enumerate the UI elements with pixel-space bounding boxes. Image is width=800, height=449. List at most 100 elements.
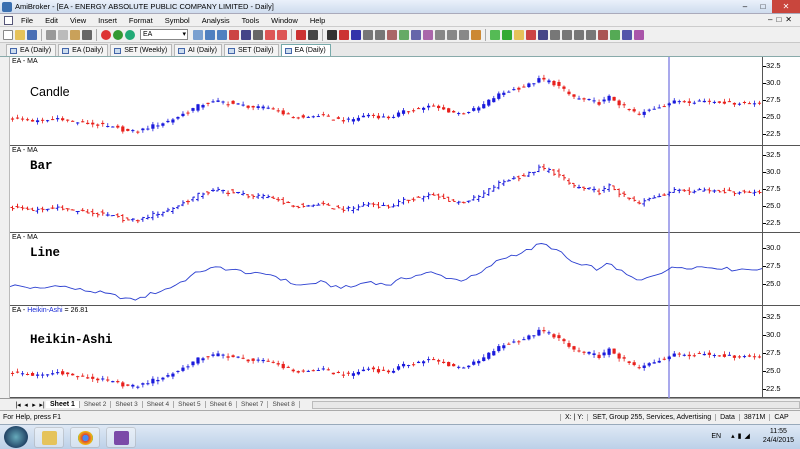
clock[interactable]: 11:55 24/4/2015 (763, 427, 794, 445)
grid-icon[interactable] (550, 29, 560, 40)
cycle-icon[interactable] (423, 29, 433, 40)
menu-window[interactable]: Window (265, 16, 304, 25)
price-axis[interactable]: 32.5 30.0 27.5 25.0 22.5 (762, 146, 800, 232)
sheet-tab-5[interactable]: Sheet 5 (174, 401, 206, 408)
db-icon[interactable] (622, 29, 632, 40)
sheet-tab-4[interactable]: Sheet 4 (143, 401, 175, 408)
menu-insert[interactable]: Insert (92, 16, 123, 25)
indicator-icon[interactable] (265, 29, 275, 40)
chart-icon[interactable] (193, 29, 203, 40)
cut-icon[interactable] (46, 29, 56, 40)
sheet-tab-7[interactable]: Sheet 7 (237, 401, 269, 408)
layout-icon[interactable] (538, 29, 548, 40)
menu-symbol[interactable]: Symbol (159, 16, 196, 25)
refresh-icon[interactable] (125, 29, 135, 40)
bar-chart[interactable] (10, 146, 800, 233)
minimize-button[interactable]: – (736, 0, 754, 13)
text-icon[interactable] (471, 29, 481, 40)
sheet-tab-8[interactable]: Sheet 8 (268, 401, 300, 408)
symbol-combo[interactable]: EA (140, 29, 188, 40)
tab-ea-daily-active[interactable]: EA (Daily) (280, 44, 331, 56)
tab-ea-daily-2[interactable]: EA (Daily) (58, 44, 109, 56)
maximize-button[interactable]: □ (754, 0, 772, 13)
taskbar-explorer[interactable] (34, 426, 64, 448)
bar-pane[interactable]: EA - MA Bar 32.5 30.0 27.5 25.0 22.5 (10, 146, 800, 233)
web-icon[interactable] (634, 29, 644, 40)
open-icon[interactable] (15, 29, 25, 40)
scan-icon[interactable] (526, 29, 536, 40)
price-axis[interactable]: 30.0 27.5 25.0 (762, 233, 800, 305)
paste-icon[interactable] (70, 29, 80, 40)
copy-icon[interactable] (58, 29, 68, 40)
hline-icon[interactable] (363, 29, 373, 40)
close-button[interactable]: ✕ (772, 0, 800, 13)
heikin-ashi-pane[interactable]: EA - Heikin-Ashi = 26.81 Heikin-Ashi 32.… (10, 306, 800, 398)
menu-analysis[interactable]: Analysis (196, 16, 236, 25)
bars-icon[interactable] (502, 29, 512, 40)
zoom-out-icon[interactable] (217, 29, 227, 40)
candle-pane[interactable]: EA - MA Candle 32.5 30.0 27.5 25.0 22.5 (10, 57, 800, 146)
bar-icon[interactable] (241, 29, 251, 40)
mdi-controls[interactable]: –□✕ (768, 15, 796, 24)
taskbar-chrome[interactable] (70, 426, 100, 448)
zoom-in-icon[interactable] (205, 29, 215, 40)
sheet-tab-2[interactable]: Sheet 2 (80, 401, 112, 408)
play-icon[interactable] (490, 29, 500, 40)
menu-file[interactable]: File (15, 16, 39, 25)
trendline-icon[interactable] (339, 29, 349, 40)
arc-icon[interactable] (435, 29, 445, 40)
cascade-icon[interactable] (586, 29, 596, 40)
price-axis[interactable]: 32.5 30.0 27.5 25.0 22.5 (762, 57, 800, 145)
folder-icon[interactable] (514, 29, 524, 40)
rect-icon[interactable] (447, 29, 457, 40)
cursor-icon[interactable] (327, 29, 337, 40)
last-sheet-icon[interactable]: ▸| (38, 401, 46, 409)
line-icon[interactable] (253, 29, 263, 40)
formula-icon[interactable] (277, 29, 287, 40)
color-icon[interactable] (308, 29, 318, 40)
print-icon[interactable] (82, 29, 92, 40)
tab-ai-daily[interactable]: AI (Daily) (174, 44, 222, 56)
first-sheet-icon[interactable]: |◂ (14, 401, 22, 409)
heikin-ashi-chart[interactable] (10, 306, 800, 398)
menu-edit[interactable]: Edit (39, 16, 64, 25)
line-chart[interactable] (10, 233, 800, 306)
horizontal-scrollbar[interactable] (311, 400, 800, 409)
chart-area[interactable]: EA - MA Candle 32.5 30.0 27.5 25.0 22.5 … (0, 57, 800, 398)
tray-icons[interactable]: ▴▮◢ (731, 432, 753, 440)
start-button[interactable] (4, 426, 28, 448)
menu-help[interactable]: Help (304, 16, 331, 25)
vline-icon[interactable] (375, 29, 385, 40)
save-icon[interactable] (27, 29, 37, 40)
candle-chart[interactable] (10, 57, 800, 146)
sheet-tab-3[interactable]: Sheet 3 (111, 401, 143, 408)
next-sheet-icon[interactable]: ▸ (30, 401, 38, 409)
ray-icon[interactable] (351, 29, 361, 40)
gann-icon[interactable] (411, 29, 421, 40)
sheet-tab-6[interactable]: Sheet 6 (206, 401, 238, 408)
pencil-icon[interactable] (296, 29, 306, 40)
fibonacci-icon[interactable] (399, 29, 409, 40)
tab-set-daily[interactable]: SET (Daily) (223, 44, 279, 56)
prev-sheet-icon[interactable]: ◂ (22, 401, 30, 409)
taskbar-amibroker[interactable] (106, 426, 136, 448)
menu-tools[interactable]: Tools (236, 16, 266, 25)
ellipse-icon[interactable] (459, 29, 469, 40)
tile-icon[interactable] (574, 29, 584, 40)
price-axis[interactable]: 32.5 30.0 27.5 25.0 22.5 (762, 306, 800, 397)
candle-icon[interactable] (229, 29, 239, 40)
line-pane[interactable]: EA - MA Line 30.0 27.5 25.0 (10, 233, 800, 306)
forward-icon[interactable] (113, 29, 123, 40)
sheet-tab-1[interactable]: Sheet 1 (46, 401, 80, 408)
alert-icon[interactable] (598, 29, 608, 40)
back-icon[interactable] (101, 29, 111, 40)
channel-icon[interactable] (387, 29, 397, 40)
document-icon[interactable] (4, 15, 13, 25)
new-icon[interactable] (3, 29, 13, 40)
split-icon[interactable] (562, 29, 572, 40)
menu-view[interactable]: View (64, 16, 92, 25)
language-indicator[interactable]: EN (711, 433, 721, 440)
quote-icon[interactable] (610, 29, 620, 40)
tab-ea-daily-1[interactable]: EA (Daily) (6, 44, 57, 56)
tab-set-weekly[interactable]: SET (Weekly) (110, 44, 173, 56)
